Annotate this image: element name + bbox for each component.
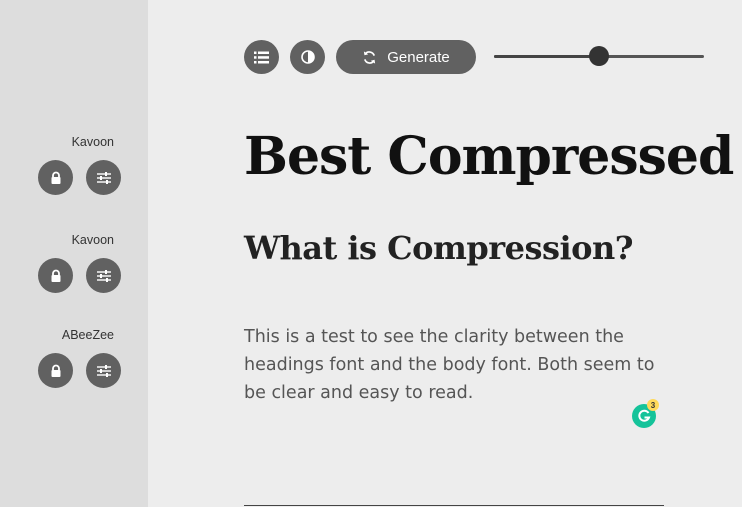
refresh-icon <box>364 50 376 64</box>
font-settings-button[interactable] <box>86 258 121 293</box>
contrast-toggle-button[interactable] <box>290 40 325 74</box>
lock-font-button[interactable] <box>38 258 73 293</box>
sliders-icon <box>96 364 111 377</box>
font-sidebar: Kavoon Kavoon ABeeZee <box>0 0 148 507</box>
lock-icon <box>51 269 60 282</box>
contrast-icon <box>300 50 315 64</box>
font-settings-button[interactable] <box>86 353 121 388</box>
preview-heading-1: Best Compressed <box>244 126 734 187</box>
preview-heading-2: What is Compression? <box>244 229 633 267</box>
size-slider[interactable] <box>494 46 704 66</box>
lock-icon <box>51 364 60 377</box>
lock-icon <box>51 171 60 184</box>
sliders-icon <box>96 269 111 282</box>
preview-body-text: This is a test to see the clarity betwee… <box>244 327 655 403</box>
lock-font-button[interactable] <box>38 353 73 388</box>
sliders-icon <box>96 171 111 184</box>
slider-thumb[interactable] <box>589 46 609 66</box>
font-name-label: Kavoon <box>71 135 114 149</box>
font-settings-button[interactable] <box>86 160 121 195</box>
lock-font-button[interactable] <box>38 160 73 195</box>
slider-fill <box>494 55 599 58</box>
list-view-button[interactable] <box>244 40 279 74</box>
grammarly-button[interactable]: 3 <box>632 399 659 428</box>
divider <box>244 505 664 506</box>
grammarly-count-badge: 3 <box>647 399 659 411</box>
font-name-label: ABeeZee <box>61 328 114 342</box>
generate-label: Generate <box>387 48 450 66</box>
generate-button[interactable]: Generate <box>336 40 476 74</box>
list-icon <box>254 51 269 63</box>
font-name-label: Kavoon <box>71 233 114 247</box>
